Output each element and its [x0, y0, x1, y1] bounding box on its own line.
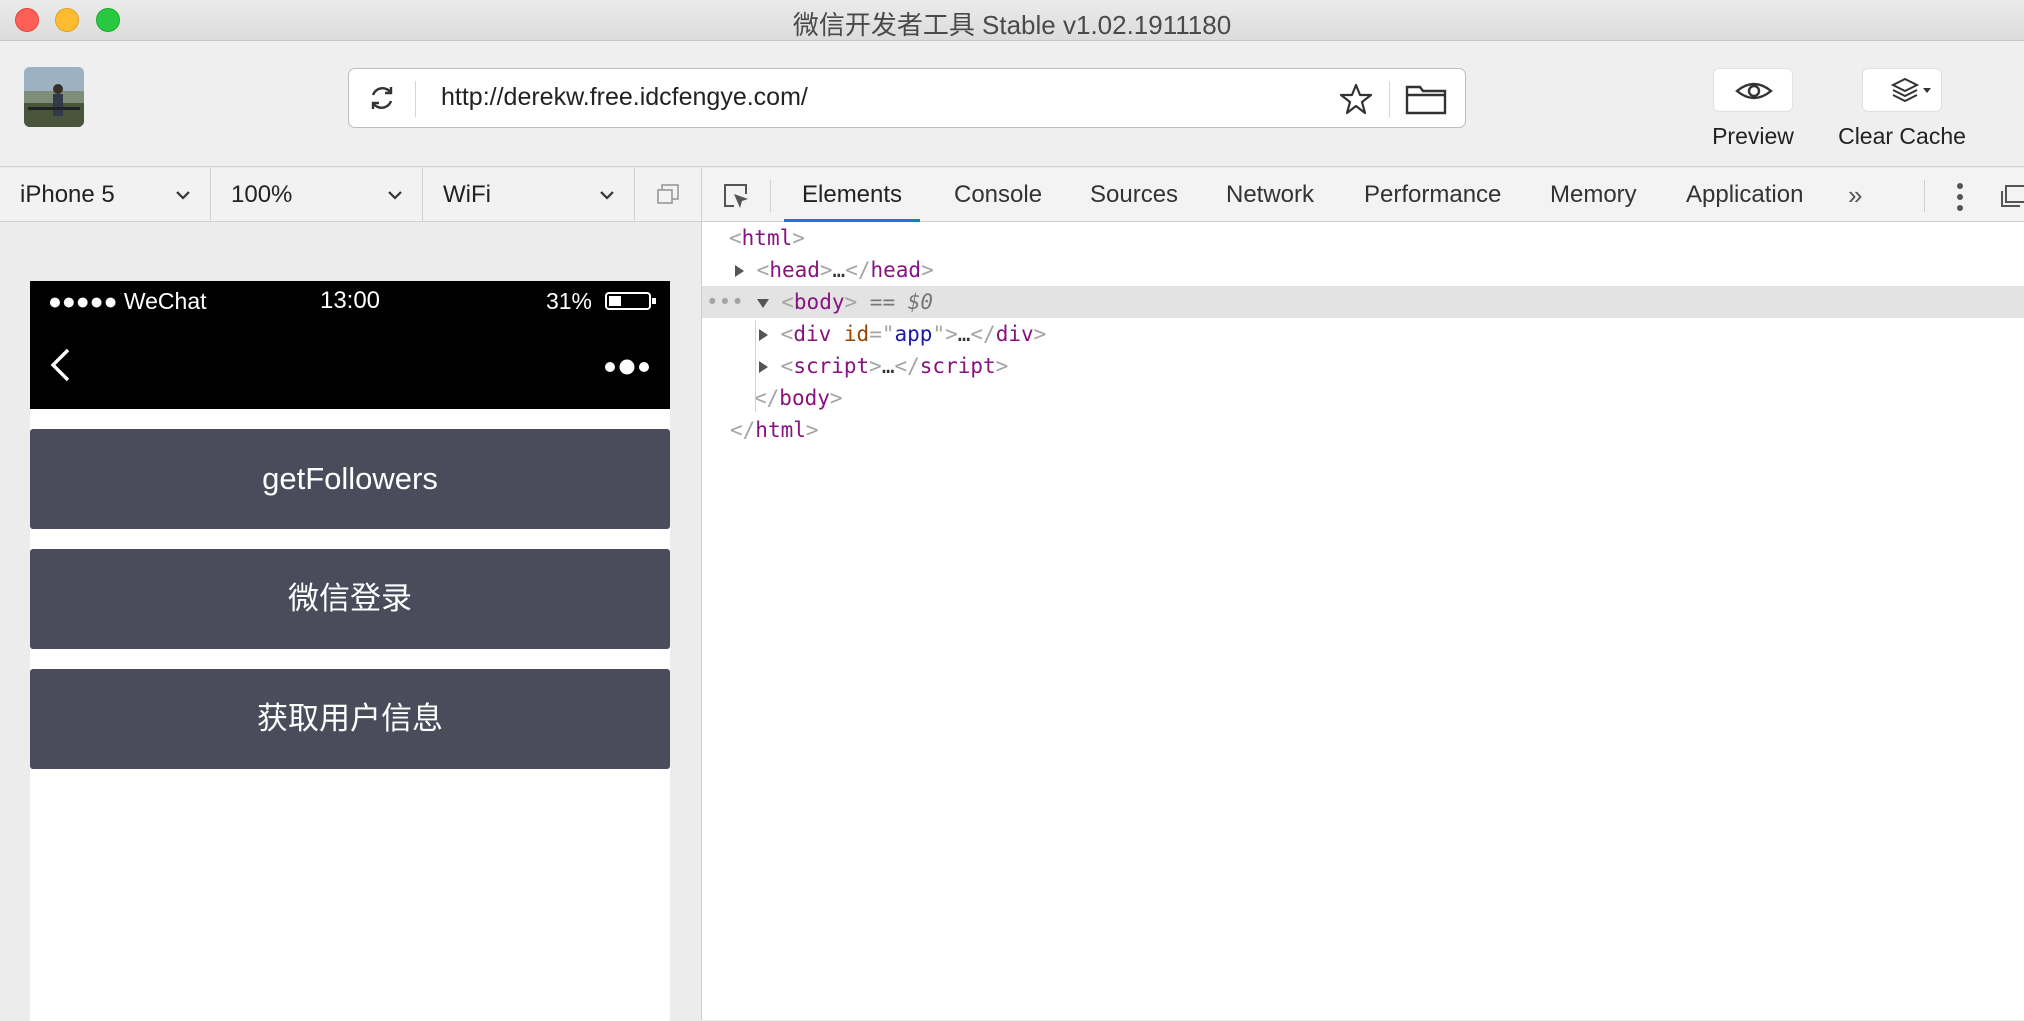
zoom-select[interactable]: 100% [211, 168, 423, 222]
dock-side-icon[interactable] [2000, 184, 2024, 208]
tab-sources[interactable]: Sources [1090, 168, 1178, 222]
preview-button[interactable] [1713, 68, 1793, 112]
folder-icon[interactable] [1405, 83, 1447, 115]
dom-node-div-app[interactable]: <div id="app">…</div> [702, 318, 2024, 350]
back-arrow-icon[interactable] [48, 347, 74, 383]
clear-cache-label: Clear Cache [1838, 123, 1966, 149]
dom-node-body[interactable]: ••• <body> == $0 [702, 286, 2024, 318]
devtools-window: 微信开发者工具 Stable v1.02.1911180 http://dere… [0, 0, 2024, 1021]
divider [1389, 81, 1390, 117]
get-followers-button[interactable]: getFollowers [30, 429, 670, 529]
battery-label: 31% [545, 288, 592, 314]
kebab-menu-icon[interactable] [1956, 182, 1964, 212]
elements-panel: <html> <head>…</head> ••• <body> == $0 <… [701, 222, 2024, 1020]
tab-elements[interactable]: Elements [784, 168, 921, 222]
zoom-select-value: 100% [231, 181, 293, 208]
more-icon[interactable] [604, 359, 650, 375]
phone-nav-bar [30, 321, 670, 409]
preview-label: Preview [1712, 123, 1794, 149]
expand-triangle-icon[interactable] [759, 329, 768, 341]
tab-memory[interactable]: Memory [1550, 168, 1637, 222]
devtools-tab-bar: Elements Console Sources Network Perform… [701, 168, 2024, 222]
dom-node-script[interactable]: <script>…</script> [702, 350, 2024, 382]
tab-network[interactable]: Network [1226, 168, 1314, 222]
star-icon[interactable] [1339, 82, 1373, 116]
layers-icon [1890, 77, 1931, 103]
expand-triangle-icon[interactable] [759, 361, 768, 373]
divider [415, 81, 416, 117]
address-bar: http://derekw.free.idcfengye.com/ [348, 68, 1466, 128]
title-bar: 微信开发者工具 Stable v1.02.1911180 [0, 0, 2024, 41]
refresh-icon[interactable] [367, 83, 397, 113]
url-input[interactable]: http://derekw.free.idcfengye.com/ [441, 83, 808, 112]
toolbar: http://derekw.free.idcfengye.com/ Previe… [0, 41, 2024, 167]
window-title: 微信开发者工具 Stable v1.02.1911180 [792, 10, 1232, 40]
chevron-down-icon [176, 191, 190, 200]
battery-icon [605, 292, 656, 310]
tab-application[interactable]: Application [1686, 168, 1803, 222]
network-select-value: WiFi [443, 181, 491, 208]
divider [1924, 180, 1925, 212]
tree-guide-line [755, 320, 756, 412]
tab-console[interactable]: Console [954, 168, 1042, 222]
get-user-info-button[interactable]: 获取用户信息 [30, 669, 670, 769]
network-select[interactable]: WiFi [423, 168, 635, 222]
device-select-value: iPhone 5 [20, 181, 115, 208]
wechat-login-button[interactable]: 微信登录 [30, 549, 670, 649]
user-avatar[interactable] [24, 67, 84, 127]
clear-cache-button[interactable] [1862, 68, 1942, 112]
inspect-element-icon[interactable] [722, 182, 750, 210]
phone-status-bar: ●●●●● WeChat 13:00 31% [30, 281, 670, 321]
rotate-device-icon[interactable] [656, 183, 680, 205]
dom-node-html[interactable]: <html> [702, 222, 2024, 254]
simulator-controls: iPhone 5 100% WiFi [0, 168, 701, 222]
dom-node-head[interactable]: <head>…</head> [702, 254, 2024, 286]
dom-node-body-close[interactable]: </body> [702, 382, 2024, 414]
device-select[interactable]: iPhone 5 [0, 168, 211, 222]
eye-icon [1735, 82, 1773, 100]
divider [770, 180, 771, 212]
tab-performance[interactable]: Performance [1364, 168, 1501, 222]
chevron-down-icon [388, 191, 402, 200]
expand-triangle-icon[interactable] [735, 265, 744, 277]
phone-screen: ●●●●● WeChat 13:00 31% getFollowers 微信登录 [30, 281, 670, 1021]
collapse-triangle-icon[interactable] [756, 298, 769, 308]
chevron-down-icon [600, 191, 614, 200]
more-tabs-button[interactable]: » [1848, 180, 1862, 211]
dom-node-html-close[interactable]: </html> [702, 414, 2024, 446]
simulator-area: ●●●●● WeChat 13:00 31% getFollowers 微信登录 [0, 222, 701, 1021]
